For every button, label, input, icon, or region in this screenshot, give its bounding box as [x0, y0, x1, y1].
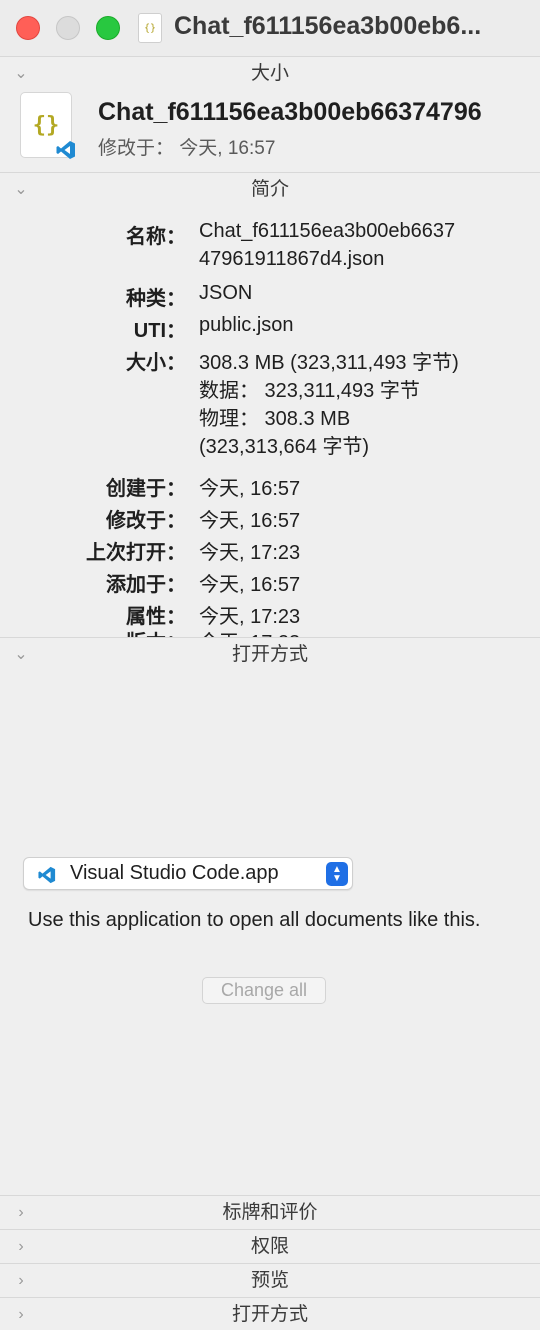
- section-header-preview[interactable]: › 预览: [0, 1263, 540, 1297]
- info-label-last-opened: 上次打开：: [86, 542, 186, 564]
- section-header-size[interactable]: ⌄ 大小: [0, 56, 540, 90]
- window-title: Chat_f611156ea3b00eb6...: [174, 12, 482, 40]
- title-bar[interactable]: {} Chat_f611156ea3b00eb6...: [0, 0, 540, 56]
- section-title: 大小: [250, 63, 289, 84]
- close-button[interactable]: [16, 16, 40, 40]
- selected-app-label: Visual Studio Code.app: [70, 862, 279, 884]
- section-title: 打开方式: [231, 644, 308, 665]
- section-title: 简介: [250, 179, 289, 200]
- open-with-description: Use this application to open all documen…: [28, 909, 481, 931]
- section-header-open-with[interactable]: ⌄ 打开方式: [0, 637, 540, 671]
- info-value-data-size: 数据： 323,311,493 字节: [199, 380, 420, 402]
- info-label-uti: UTI：: [133, 320, 186, 342]
- get-info-window: {} Chat_f611156ea3b00eb6... ⌄ 大小 {} Chat…: [0, 0, 540, 1330]
- info-value-modified: 今天, 16:57: [199, 510, 301, 532]
- info-value-attributes: 今天, 17:23: [199, 606, 301, 628]
- info-value-name-cont: 47961911867d4.json: [199, 248, 385, 270]
- info-value-last-opened: 今天, 17:23: [199, 542, 301, 564]
- section-header-info[interactable]: ⌄ 简介: [0, 172, 540, 206]
- section-header-permissions[interactable]: › 权限: [0, 1229, 540, 1263]
- section-title: 打开方式: [231, 1304, 308, 1325]
- popup-stepper-icon[interactable]: ▲ ▼: [326, 862, 348, 886]
- section-header-open-with-2[interactable]: › 打开方式: [0, 1297, 540, 1330]
- chevron-right-icon[interactable]: ›: [12, 1230, 30, 1264]
- section-title: 标牌和评价: [222, 1202, 318, 1223]
- file-name: Chat_f611156ea3b00eb66374796: [98, 98, 482, 126]
- info-value-size: 308.3 MB (323,311,493 字节): [199, 352, 459, 374]
- modified-date: 修改于： 今天, 16:57: [98, 138, 276, 159]
- section-title: 权限: [250, 1236, 289, 1257]
- zoom-button[interactable]: [96, 16, 120, 40]
- minimize-button[interactable]: [56, 16, 80, 40]
- vscode-icon: [38, 866, 56, 884]
- chevron-right-icon[interactable]: ›: [12, 1196, 30, 1230]
- info-value-uti: public.json: [199, 314, 294, 336]
- chevron-down-icon[interactable]: ⌄: [12, 173, 30, 207]
- info-label-created: 创建于：: [106, 478, 186, 500]
- info-value-physical-bytes: (323,313,664 字节): [199, 436, 370, 458]
- info-label-added: 添加于：: [106, 574, 186, 596]
- info-value-kind: JSON: [199, 282, 253, 304]
- info-value-added: 今天, 16:57: [199, 574, 301, 596]
- vscode-icon: [56, 141, 75, 159]
- info-value-physical-size: 物理： 308.3 MB: [199, 408, 351, 430]
- info-label-size: 大小：: [126, 352, 186, 374]
- info-label-attributes: 属性：: [126, 606, 186, 628]
- change-all-button[interactable]: Change all: [202, 977, 326, 1004]
- chevron-right-icon[interactable]: ›: [12, 1264, 30, 1298]
- section-header-tags[interactable]: › 标牌和评价: [0, 1195, 540, 1229]
- info-value-created: 今天, 16:57: [199, 478, 301, 500]
- json-file-icon: {}: [138, 13, 162, 43]
- section-title: 预览: [250, 1270, 289, 1291]
- info-label-kind: 种类：: [126, 288, 186, 310]
- info-label-modified: 修改于：: [106, 510, 186, 532]
- info-value-name: Chat_f611156ea3b00eb6637: [199, 220, 456, 242]
- chevron-right-icon[interactable]: ›: [12, 1298, 30, 1330]
- open-with-app-select[interactable]: Visual Studio Code.app ▲ ▼: [23, 857, 353, 890]
- info-label-name: 名称：: [126, 226, 186, 248]
- chevron-down-icon[interactable]: ⌄: [12, 57, 30, 91]
- chevron-down-icon[interactable]: ⌄: [12, 638, 30, 672]
